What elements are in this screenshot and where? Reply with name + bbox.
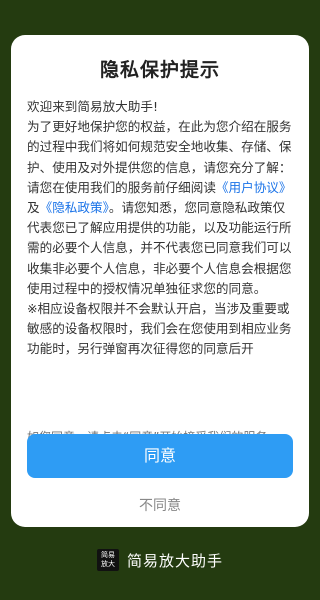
privacy-body: 欢迎来到简易放大助手! 为了更好地保护您的权益，在此为您介绍在服务的过程中我们将… [27, 97, 295, 360]
privacy-policy-link[interactable]: 《隐私政策》 [40, 200, 109, 215]
disagree-button[interactable]: 不同意 [11, 495, 309, 515]
privacy-paragraph-2: ※相应设备权限并不会默认开启，当涉及重要或敏感的设备权限时，我们会在您使用到相应… [27, 301, 292, 357]
app-name: 简易放大助手 [126, 551, 223, 570]
dialog-title: 隐私保护提示 [99, 59, 220, 81]
app-logo: 简易放大 [96, 549, 119, 571]
app-logo-text: 简易放大 [100, 551, 115, 568]
user-agreement-link[interactable]: 《用户协议》 [216, 180, 292, 195]
para1-and: 及 [27, 200, 40, 216]
privacy-paragraph-1: 为了更好地保护您的权益，在此为您介绍在服务的过程中我们将如何规范安全地收集、存储… [27, 117, 295, 299]
app-brand: 简易放大 简易放大助手 [0, 548, 320, 572]
agree-button[interactable]: 同意 [27, 434, 293, 478]
privacy-dialog: 隐私保护提示 欢迎来到简易放大助手! 为了更好地保护您的权益，在此为您介绍在服务… [11, 35, 309, 527]
greeting-text: 欢迎来到简易放大助手! [27, 99, 158, 114]
